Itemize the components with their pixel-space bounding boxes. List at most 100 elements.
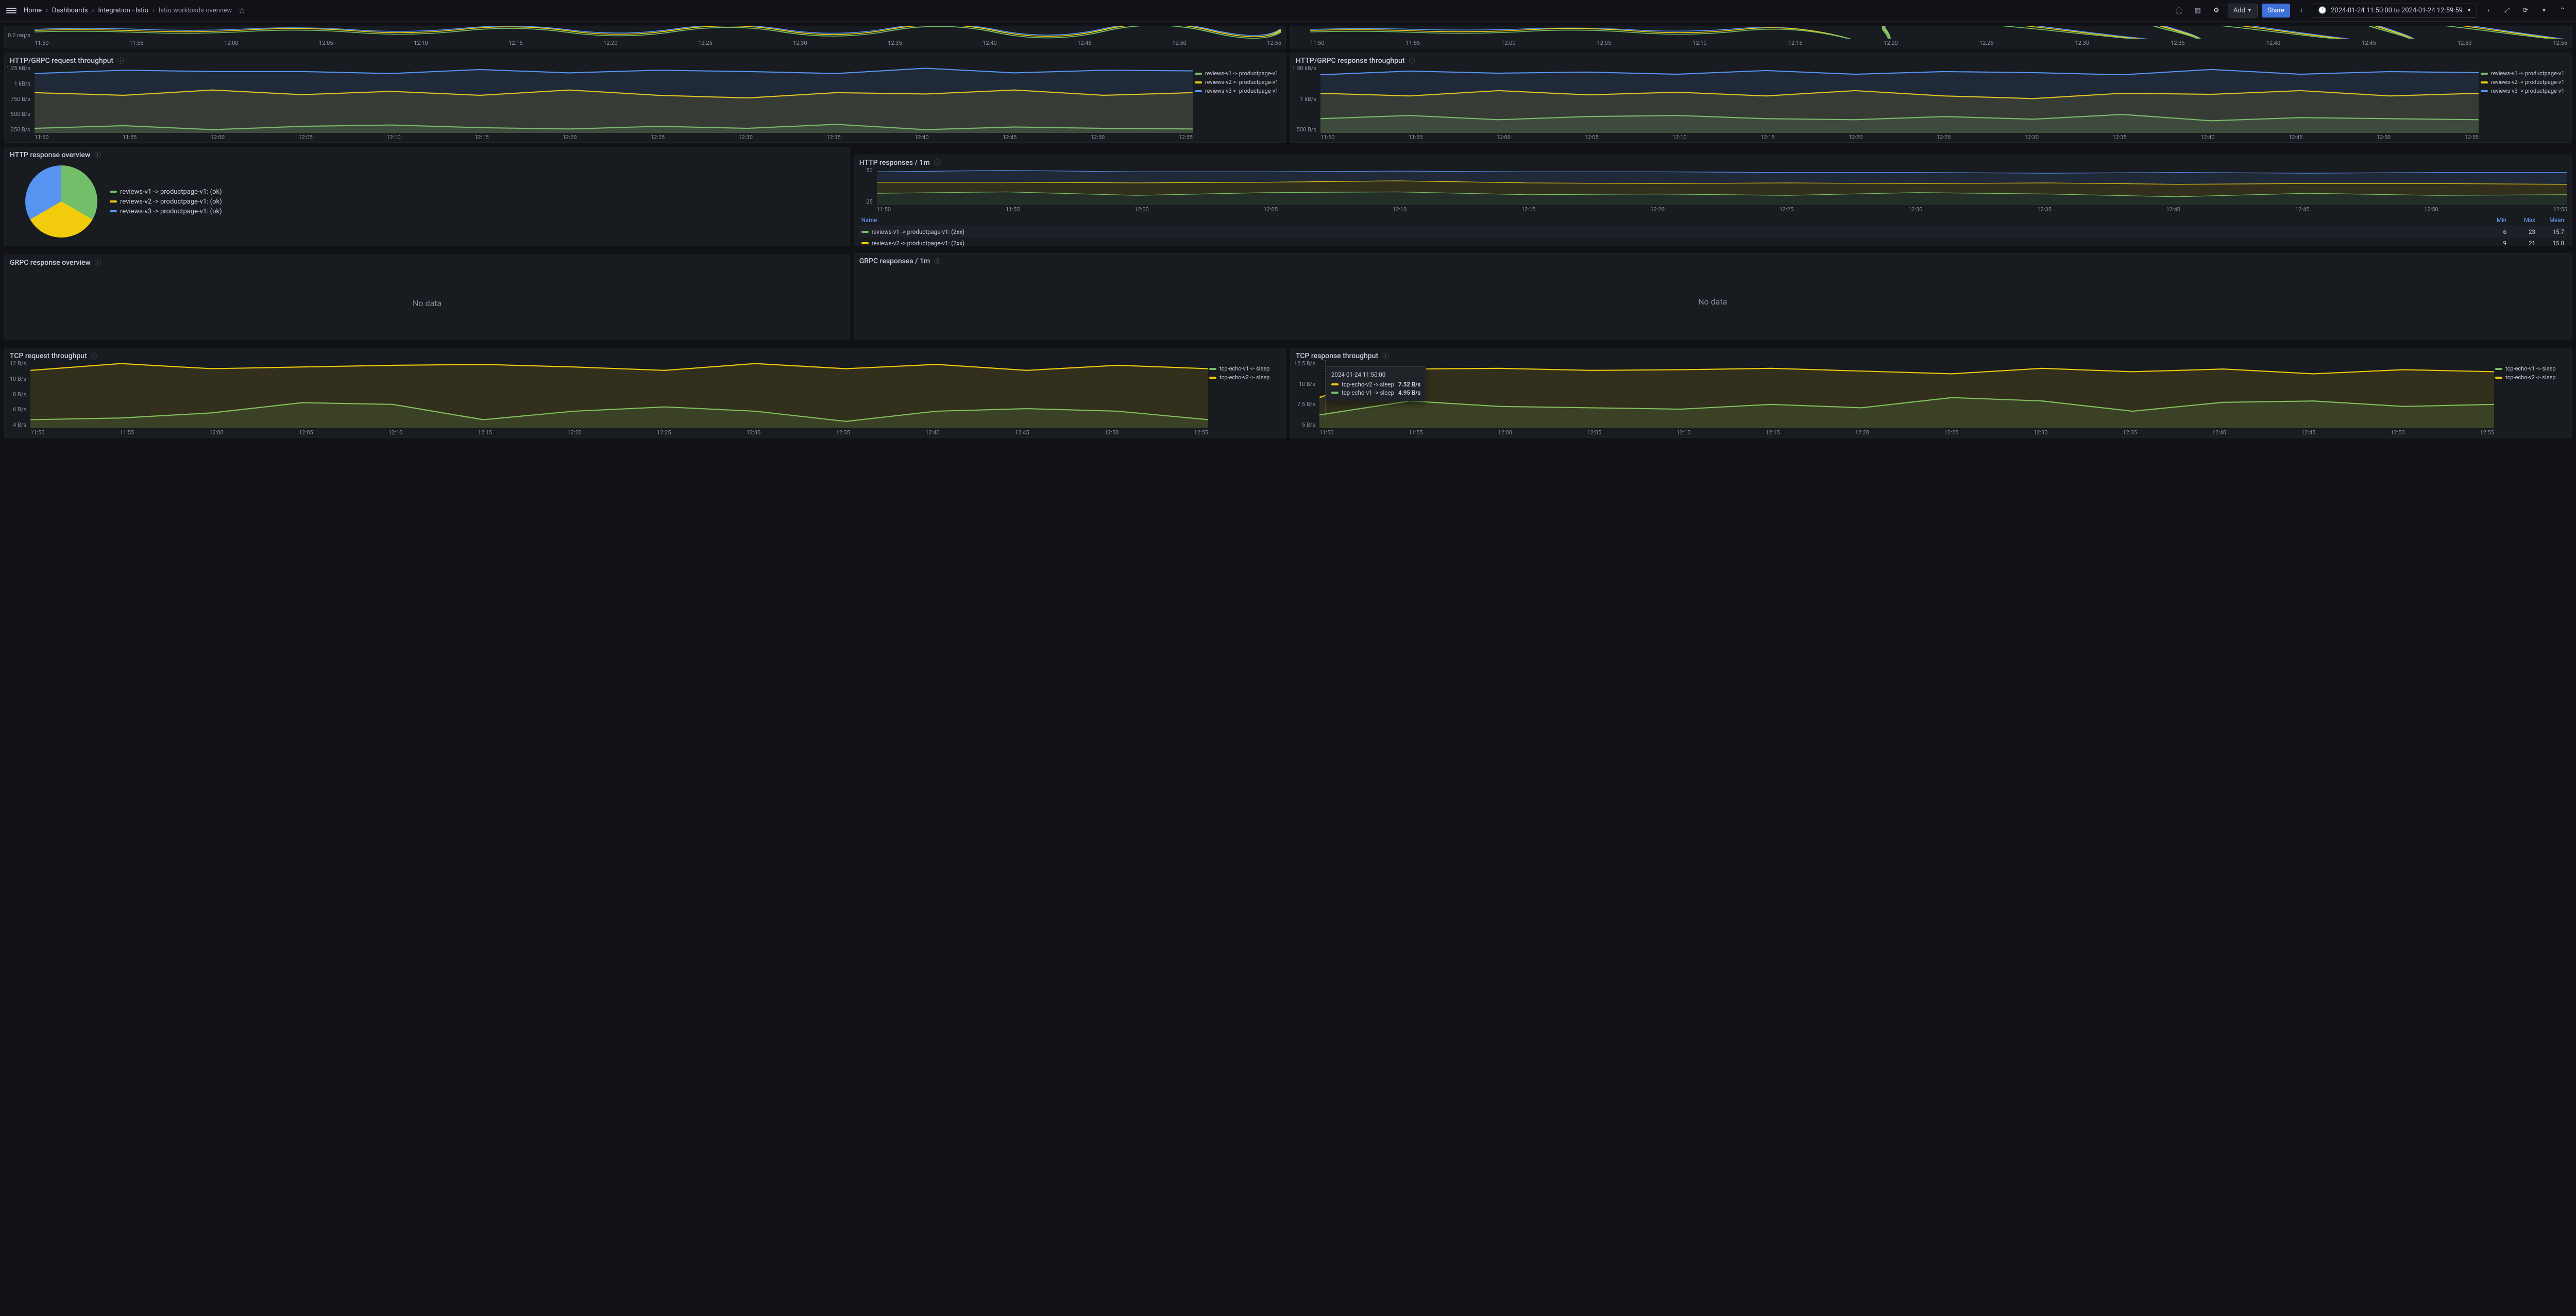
menu-icon[interactable] xyxy=(6,6,16,16)
star-icon[interactable]: ☆ xyxy=(238,6,245,15)
legend-label: reviews-v3 -> productpage-v1: (ok) xyxy=(120,208,222,215)
info-icon[interactable]: ⓘ xyxy=(934,158,940,167)
zoom-out-icon[interactable]: ⤢ xyxy=(2500,4,2514,18)
info-icon[interactable]: ⓘ xyxy=(1382,351,1388,360)
x-tick: 12:55 xyxy=(1194,429,1208,437)
x-tick: 12:40 xyxy=(2200,134,2214,142)
x-tick: 12:50 xyxy=(1105,429,1118,437)
y-tick: 1.50 kB/s xyxy=(1292,65,1316,72)
x-tick: 12:35 xyxy=(836,429,850,437)
info-icon[interactable]: ⓘ xyxy=(91,351,97,360)
x-tick: 11:50 xyxy=(877,206,891,214)
x-tick: 12:05 xyxy=(1264,206,1278,214)
info-icon[interactable]: ⓘ xyxy=(117,56,124,65)
time-picker[interactable]: 🕒 2024-01-24 11:50:00 to 2024-01-24 12:5… xyxy=(2313,4,2477,18)
legend-swatch xyxy=(861,231,869,233)
legend-swatch xyxy=(110,200,117,203)
legend-item[interactable]: reviews-v1 -> productpage-v1 xyxy=(2481,69,2567,78)
add-button[interactable]: Add▼ xyxy=(2228,4,2258,18)
x-axis: 11:5011:5512:0012:0512:1012:1512:2012:25… xyxy=(877,206,2567,214)
legend-item[interactable]: reviews-v2 -> productpage-v1: (ok) xyxy=(110,197,222,207)
legend-item[interactable]: reviews-v3 -> productpage-v1 xyxy=(2481,87,2567,95)
x-tick: 12:35 xyxy=(826,134,840,142)
gear-icon[interactable]: ⚙ xyxy=(2209,4,2224,18)
legend-swatch xyxy=(1195,90,1202,92)
x-tick: 12:15 xyxy=(1788,40,1802,48)
chevron-down-icon: ▼ xyxy=(2247,8,2252,13)
panel-title: TCP response throughput xyxy=(1296,352,1378,360)
info-icon[interactable]: ⓘ xyxy=(1409,56,1415,65)
y-tick: 250 B/s xyxy=(11,126,30,133)
x-tick: 12:25 xyxy=(698,40,712,48)
x-tick: 12:10 xyxy=(1672,134,1686,142)
pie-chart[interactable] xyxy=(25,165,97,238)
x-tick: 12:05 xyxy=(319,40,333,48)
col-mean[interactable]: Mean xyxy=(2535,216,2564,224)
chart-plot[interactable] xyxy=(35,65,1193,133)
tooltip-value: 7.52 B/s xyxy=(1398,381,1421,388)
time-prev-icon[interactable]: ‹ xyxy=(2294,4,2309,18)
legend-item[interactable]: reviews-v1 -> productpage-v1: (ok) xyxy=(110,187,222,197)
breadcrumb-dashboards[interactable]: Dashboards xyxy=(52,7,88,14)
x-tick: 12:10 xyxy=(414,40,428,48)
breadcrumb-home[interactable]: Home xyxy=(24,7,42,14)
chart-plot[interactable] xyxy=(877,167,2567,205)
legend-item[interactable]: reviews-v2 <- productpage-v1 xyxy=(1195,78,1281,87)
info-icon[interactable]: ⓘ xyxy=(934,257,940,265)
x-tick: 12:45 xyxy=(1003,134,1016,142)
x-tick: 12:25 xyxy=(651,134,665,142)
x-tick: 12:10 xyxy=(1676,429,1690,437)
cell-max: 21 xyxy=(2506,240,2535,247)
table-row[interactable]: reviews-v2 -> productpage-v1: (2xx)92115… xyxy=(858,238,2567,249)
x-tick: 11:50 xyxy=(35,40,48,48)
x-axis: 11:5011:5512:0012:0512:1012:1512:2012:25… xyxy=(35,134,1193,142)
dashboard-insights-icon[interactable]: ▦ xyxy=(2191,4,2205,18)
y-tick: 1 kB/s xyxy=(1300,96,1316,103)
chart-plot[interactable] xyxy=(30,360,1208,428)
refresh-icon[interactable]: ⟳ xyxy=(2518,4,2533,18)
legend-swatch xyxy=(1195,81,1202,83)
info-icon[interactable]: ⓘ xyxy=(2172,4,2187,18)
legend-item[interactable]: reviews-v1 <- productpage-v1 xyxy=(1195,69,1281,78)
x-tick: 12:25 xyxy=(1979,40,1993,48)
chevron-right-icon: › xyxy=(152,7,155,14)
share-button[interactable]: Share xyxy=(2262,4,2290,18)
x-tick: 12:45 xyxy=(2301,429,2315,437)
chart-plot[interactable]: 2024-01-24 11:50:00 tcp-echo-v2 -> sleep… xyxy=(1319,360,2494,428)
info-icon[interactable]: ⓘ xyxy=(94,150,100,159)
panel-title: GRPC response overview xyxy=(10,259,91,267)
collapse-icon[interactable]: ⌃ xyxy=(2555,4,2570,18)
col-min[interactable]: Min xyxy=(2478,216,2506,224)
cell-mean: 15.7 xyxy=(2535,228,2564,235)
info-icon[interactable]: ⓘ xyxy=(95,258,101,267)
x-tick: 12:35 xyxy=(2171,40,2184,48)
legend-item[interactable]: reviews-v2 -> productpage-v1 xyxy=(2481,78,2567,87)
col-name[interactable]: Name xyxy=(861,216,2478,224)
y-tick: 500 B/s xyxy=(11,111,30,117)
legend-swatch xyxy=(1331,392,1338,394)
breadcrumb-folder[interactable]: Integration - Istio xyxy=(98,7,148,14)
legend-item[interactable]: tcp-echo-v1 <- sleep xyxy=(1209,364,1281,373)
col-max[interactable]: Max xyxy=(2506,216,2535,224)
legend-label: reviews-v1 -> productpage-v1: (ok) xyxy=(120,188,222,196)
legend-item[interactable]: tcp-echo-v2 <- sleep xyxy=(1209,373,1281,382)
legend-item[interactable]: tcp-echo-v2 -> sleep xyxy=(2495,373,2567,382)
time-next-icon[interactable]: › xyxy=(2481,4,2496,18)
refresh-dropdown-icon[interactable]: ▼ xyxy=(2537,4,2551,18)
series-name: reviews-v2 -> productpage-v1: (2xx) xyxy=(872,240,964,247)
x-tick: 11:55 xyxy=(1006,206,1020,214)
legend-item[interactable]: reviews-v3 -> productpage-v1: (ok) xyxy=(110,207,222,216)
table-row[interactable]: reviews-v1 -> productpage-v1: (2xx)62315… xyxy=(858,226,2567,238)
x-tick: 12:10 xyxy=(1393,206,1406,214)
y-tick: 50 xyxy=(866,167,872,174)
x-tick: 12:05 xyxy=(299,429,313,437)
x-tick: 12:50 xyxy=(2424,206,2438,214)
y-tick: 500 B/s xyxy=(1297,126,1316,133)
y-tick: 750 B/s xyxy=(11,96,30,103)
legend-swatch xyxy=(2481,81,2488,83)
legend-item[interactable]: tcp-echo-v1 -> sleep xyxy=(2495,364,2567,373)
legend-item[interactable]: reviews-v3 <- productpage-v1 xyxy=(1195,87,1281,95)
x-tick: 12:45 xyxy=(2362,40,2376,48)
chart-plot[interactable] xyxy=(1320,65,2479,133)
x-axis: 11:5011:5512:0012:0512:1012:1512:2012:25… xyxy=(1319,429,2494,437)
